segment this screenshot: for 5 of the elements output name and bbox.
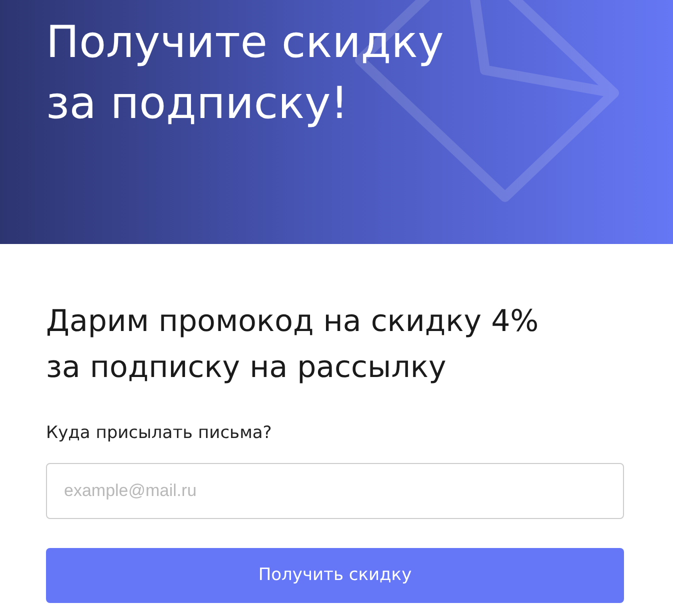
banner-title: Получите скидку за подписку! [46,16,444,131]
email-field[interactable]: example@mail.ru [46,463,624,519]
get-discount-button[interactable]: Получить скидку [46,548,624,603]
promo-heading: Дарим промокод на скидку 4% за подписку на рассылку [46,303,539,387]
email-label: Куда присылать письма? [46,423,272,444]
